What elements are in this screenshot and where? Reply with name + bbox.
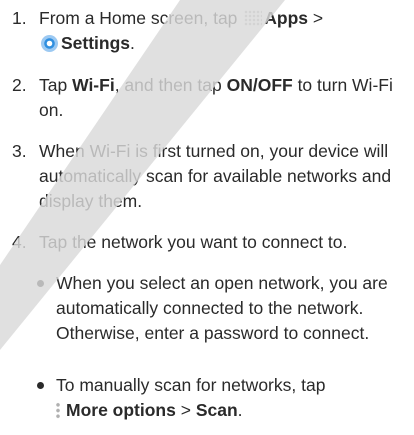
separator: > <box>308 8 324 28</box>
step-2-mid: , and then tap <box>114 75 227 95</box>
separator: > <box>175 400 196 420</box>
settings-label: Settings <box>61 33 131 53</box>
bullet-text: To manually scan for networks, tap More … <box>56 373 410 423</box>
bullet-dot <box>37 280 44 287</box>
step-1-pre: From a Home screen, tap <box>39 8 243 28</box>
bullet-text: When you select an open network, you are… <box>56 273 388 343</box>
more-options-label: More options <box>66 400 176 420</box>
bullet-2-pre: To manually scan for networks, tap <box>56 375 326 395</box>
step-text: From a Home screen, tap Apps > Settings. <box>39 6 411 56</box>
step-2-pre: Tap <box>39 75 73 95</box>
apps-grid-icon <box>244 10 263 26</box>
step-number: 4. <box>12 232 27 252</box>
step-text: When Wi-Fi is first turned on, your devi… <box>39 141 392 211</box>
onoff-label: ON/OFF <box>226 75 293 95</box>
bullet-item: When you select an open network, you are… <box>37 271 401 346</box>
period: . <box>130 33 135 53</box>
step-number: 2. <box>12 75 27 95</box>
wifi-label: Wi-Fi <box>72 75 115 95</box>
period: . <box>237 400 243 420</box>
step-number: 3. <box>12 141 27 161</box>
step-number: 1. <box>12 8 27 28</box>
bullet-dot <box>37 382 44 389</box>
bullet-item: To manually scan for networks, tap More … <box>37 373 410 423</box>
step-text: Tap Wi-Fi, and then tap ON/OFF to turn W… <box>39 73 411 123</box>
more-options-icon <box>56 402 60 419</box>
settings-gear-icon <box>41 35 58 52</box>
apps-label: Apps <box>264 8 309 28</box>
scan-label: Scan <box>195 400 238 420</box>
instructions-page: 1. From a Home screen, tap Apps > Settin… <box>0 0 414 435</box>
step-text: Tap the network you want to connect to. <box>39 232 348 252</box>
